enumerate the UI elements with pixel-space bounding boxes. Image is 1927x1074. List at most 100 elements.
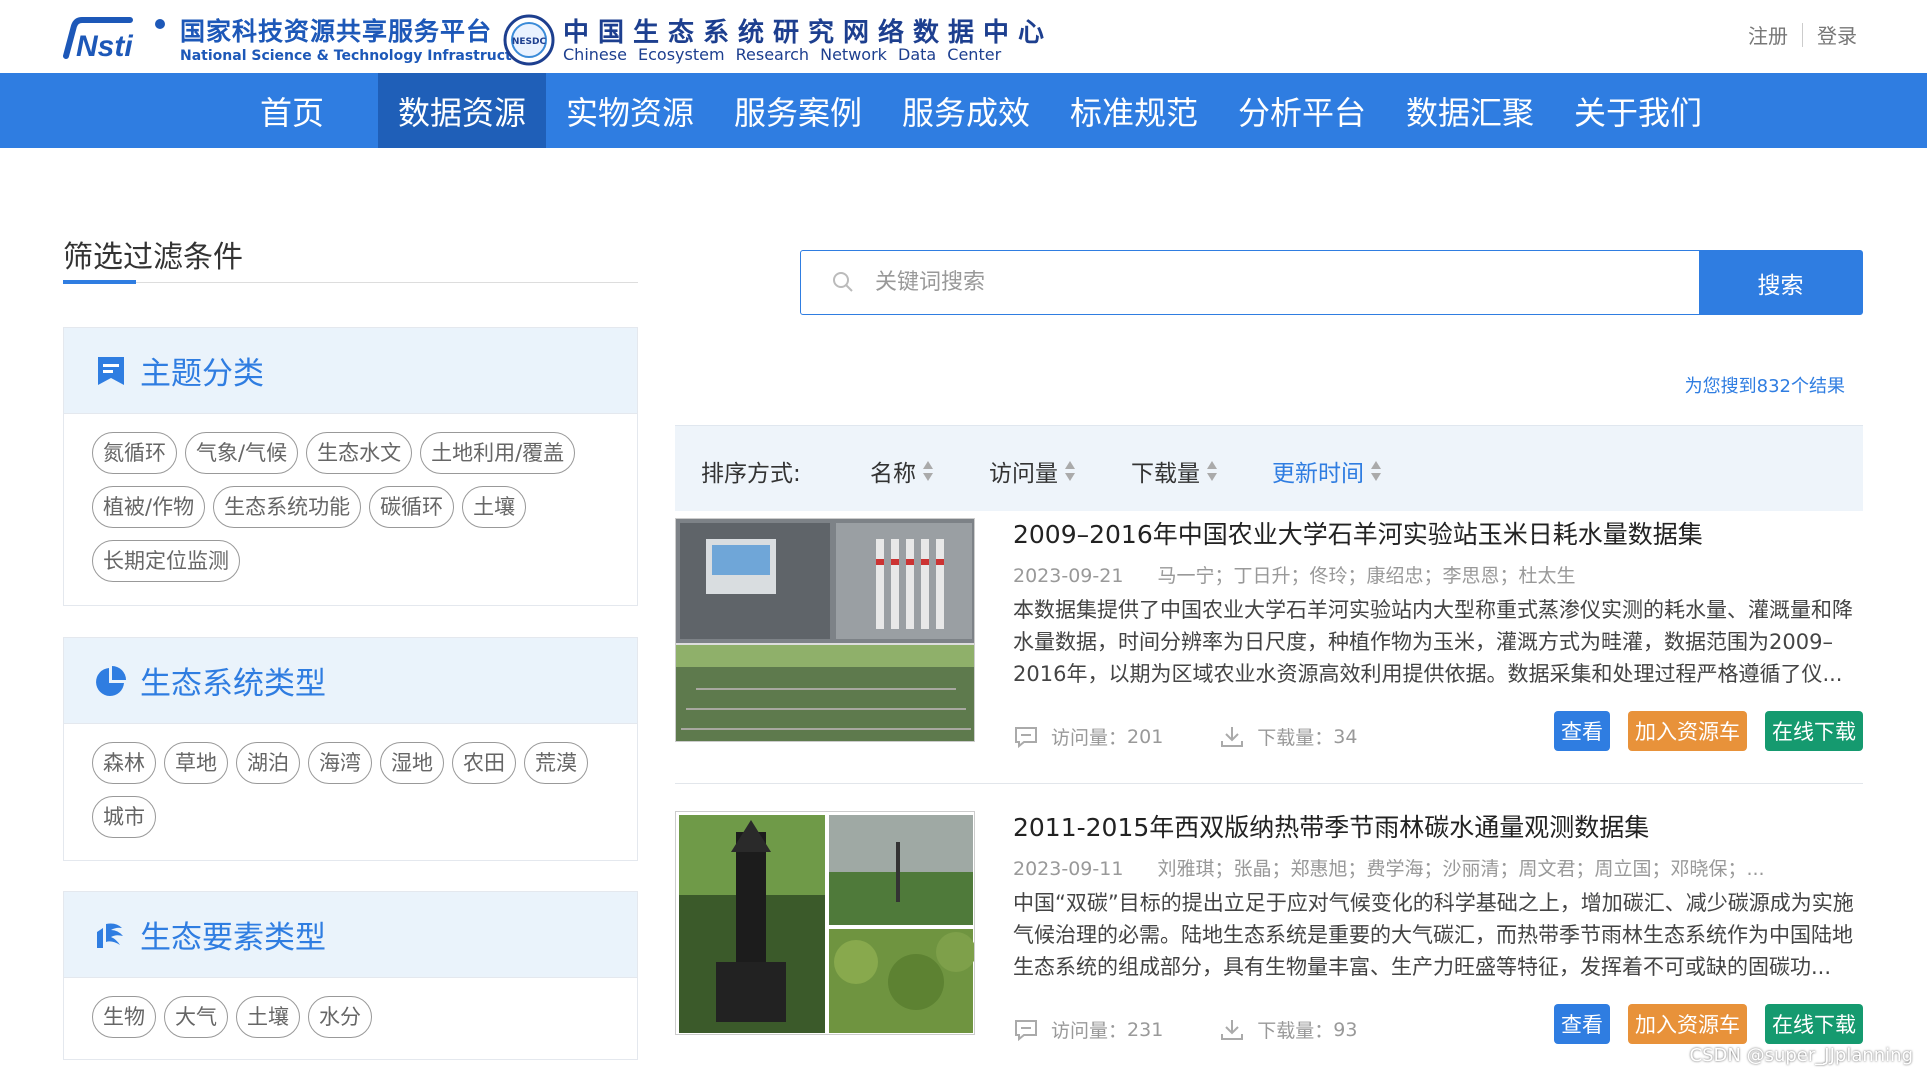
sort-option-label: 名称: [870, 461, 916, 487]
dataset-thumbnail[interactable]: [675, 518, 975, 742]
filter-title-divider: [63, 282, 638, 283]
filter-tag[interactable]: 碳循环: [369, 486, 455, 528]
search-input[interactable]: [801, 251, 1699, 314]
panel-title-ecosystem: 生态系统类型: [140, 666, 326, 702]
csdn-watermark: CSDN @super_JJplanning: [1689, 1045, 1913, 1066]
comment-icon: [1015, 1019, 1037, 1041]
nav-item-about-us[interactable]: 关于我们: [1554, 73, 1722, 148]
nav-item-standards[interactable]: 标准规范: [1050, 73, 1218, 148]
main-nav: 首页 数据资源 实物资源 服务案例 服务成效 标准规范 分析平台 数据汇聚 关于…: [0, 73, 1927, 148]
dataset-title[interactable]: 2009–2016年中国农业大学石羊河实验站玉米日耗水量数据集: [1013, 515, 1703, 551]
view-button[interactable]: 查看: [1554, 1004, 1610, 1044]
dataset-stats: 访问量： 231 下载量： 93: [1013, 1016, 1357, 1043]
nav-item-service-cases[interactable]: 服务案例: [714, 73, 882, 148]
filter-tag[interactable]: 生态水文: [306, 432, 413, 474]
downloads-stat: 下载量： 34: [1219, 723, 1357, 750]
result-divider: [675, 783, 1863, 784]
sort-by-downloads[interactable]: 下载量: [1131, 454, 1218, 488]
dataset-authors: 马一宁；丁日升；佟玲；康绍忠；李思恩；杜太生: [1157, 565, 1576, 587]
sort-by-visits[interactable]: 访问量: [989, 454, 1076, 488]
downloads-count: 93: [1333, 1018, 1358, 1041]
sort-option-label: 更新时间: [1272, 461, 1364, 487]
filter-tag[interactable]: 湿地: [380, 742, 444, 784]
nav-item-physical-resources[interactable]: 实物资源: [546, 73, 714, 148]
filter-tag[interactable]: 生态系统功能: [213, 486, 362, 528]
sort-by-name[interactable]: 名称: [870, 454, 934, 488]
tag-list-topic: 氮循环 气象/气候 生态水文 土地利用/覆盖 植被/作物 生态系统功能 碳循环 …: [64, 414, 637, 606]
filter-tag[interactable]: 水分: [308, 996, 372, 1038]
filter-tag[interactable]: 长期定位监测: [92, 540, 240, 582]
filter-tag[interactable]: 大气: [164, 996, 228, 1038]
view-button[interactable]: 查看: [1554, 711, 1610, 751]
nav-item-service-results[interactable]: 服务成效: [882, 73, 1050, 148]
filter-tag[interactable]: 土壤: [236, 996, 300, 1038]
filter-tag[interactable]: 城市: [92, 796, 156, 838]
svg-text:Nsti: Nsti: [76, 30, 133, 62]
dataset-description: 本数据集提供了中国农业大学石羊河实验站内大型称重式蒸渗仪实测的耗水量、灌溉量和降…: [1013, 598, 1853, 686]
sort-by-update-time[interactable]: 更新时间: [1272, 454, 1382, 488]
sort-arrows-icon: [1207, 461, 1217, 481]
filter-title-accent: [63, 280, 136, 284]
login-link[interactable]: 登录: [1817, 20, 1857, 49]
visits-label: 访问量：: [1051, 727, 1128, 749]
filter-tag[interactable]: 海湾: [308, 742, 372, 784]
register-link[interactable]: 注册: [1748, 20, 1788, 49]
svg-text:NESDC: NESDC: [512, 37, 547, 47]
dataset-date: 2023-09-11: [1013, 858, 1124, 880]
nesdc-logo-icon[interactable]: NESDC: [503, 14, 555, 66]
auth-divider: [1802, 22, 1803, 47]
filter-tag[interactable]: 土壤: [462, 486, 527, 528]
visits-label: 访问量：: [1051, 1020, 1128, 1042]
pie-chart-icon: [96, 665, 126, 696]
panel-header-ecosystem[interactable]: 生态系统类型: [64, 638, 637, 724]
filter-tag[interactable]: 生物: [92, 996, 156, 1038]
nav-item-home[interactable]: 首页: [208, 73, 376, 148]
dataset-date: 2023-09-21: [1013, 565, 1124, 587]
panel-title-topic: 主题分类: [140, 356, 264, 392]
panel-header-element[interactable]: 生态要素类型: [64, 892, 637, 978]
platform-name-en: National Science & Technology Infrastruc…: [180, 48, 539, 64]
dataset-actions: 查看 加入资源车 在线下载: [1536, 1004, 1863, 1044]
filter-tag[interactable]: 湖泊: [236, 742, 300, 784]
result-card: 2009–2016年中国农业大学石羊河实验站玉米日耗水量数据集 2023-09-…: [675, 515, 1863, 751]
download-icon: [1221, 1019, 1244, 1040]
nav-item-data-aggregation[interactable]: 数据汇聚: [1386, 73, 1554, 148]
filter-tag[interactable]: 草地: [164, 742, 228, 784]
dataset-meta: 2023-09-11 刘雅琪；张晶；郑惠旭；费学海；沙丽清；周文君；周立国；邓晓…: [1013, 854, 1765, 881]
nsti-logo-icon[interactable]: Nsti: [60, 12, 172, 62]
filter-tag[interactable]: 荒漠: [524, 742, 588, 784]
sort-bar: 排序方式: 名称 访问量 下载量 更新时间: [675, 425, 1863, 511]
sort-arrows-icon: [923, 461, 933, 481]
filter-tag[interactable]: 土地利用/覆盖: [420, 432, 576, 474]
panel-header-topic[interactable]: 主题分类: [64, 328, 637, 414]
sort-option-label: 访问量: [989, 461, 1058, 487]
filter-title: 筛选过滤条件: [63, 240, 243, 275]
dataset-thumbnail[interactable]: [675, 811, 975, 1035]
search-button[interactable]: 搜索: [1699, 251, 1862, 314]
sort-arrows-icon: [1371, 461, 1381, 481]
filter-tag[interactable]: 气象/气候: [185, 432, 299, 474]
filter-tag[interactable]: 农田: [452, 742, 516, 784]
filter-tag[interactable]: 植被/作物: [92, 486, 206, 528]
online-download-button[interactable]: 在线下载: [1765, 711, 1863, 751]
sort-label: 排序方式:: [701, 461, 801, 487]
dataset-title[interactable]: 2011-2015年西双版纳热带季节雨林碳水通量观测数据集: [1013, 808, 1649, 844]
panel-title-element: 生态要素类型: [140, 920, 326, 956]
visits-count: 201: [1127, 725, 1164, 748]
result-card: 2011-2015年西双版纳热带季节雨林碳水通量观测数据集 2023-09-11…: [675, 808, 1863, 1044]
center-name-en: Chinese Ecosystem Research Network Data …: [563, 45, 1002, 64]
dataset-stats: 访问量： 201 下载量： 34: [1013, 723, 1357, 750]
add-to-cart-button[interactable]: 加入资源车: [1628, 711, 1747, 751]
element-icon: [97, 923, 123, 948]
filter-tag[interactable]: 森林: [92, 742, 156, 784]
center-name-cn: 中国生态系统研究网络数据中心: [563, 18, 1054, 48]
nav-item-analysis-platform[interactable]: 分析平台: [1218, 73, 1386, 148]
nav-item-data-resources[interactable]: 数据资源: [378, 73, 546, 148]
tag-list-element: 生物 大气 土壤 水分: [64, 978, 637, 1062]
sort-arrows-icon: [1065, 461, 1075, 481]
search-bar: 搜索: [800, 250, 1863, 315]
online-download-button[interactable]: 在线下载: [1765, 1004, 1863, 1044]
add-to-cart-button[interactable]: 加入资源车: [1628, 1004, 1747, 1044]
filter-panel-ecosystem: 生态系统类型 森林 草地 湖泊 海湾 湿地 农田 荒漠 城市: [63, 637, 638, 861]
filter-tag[interactable]: 氮循环: [92, 432, 177, 474]
